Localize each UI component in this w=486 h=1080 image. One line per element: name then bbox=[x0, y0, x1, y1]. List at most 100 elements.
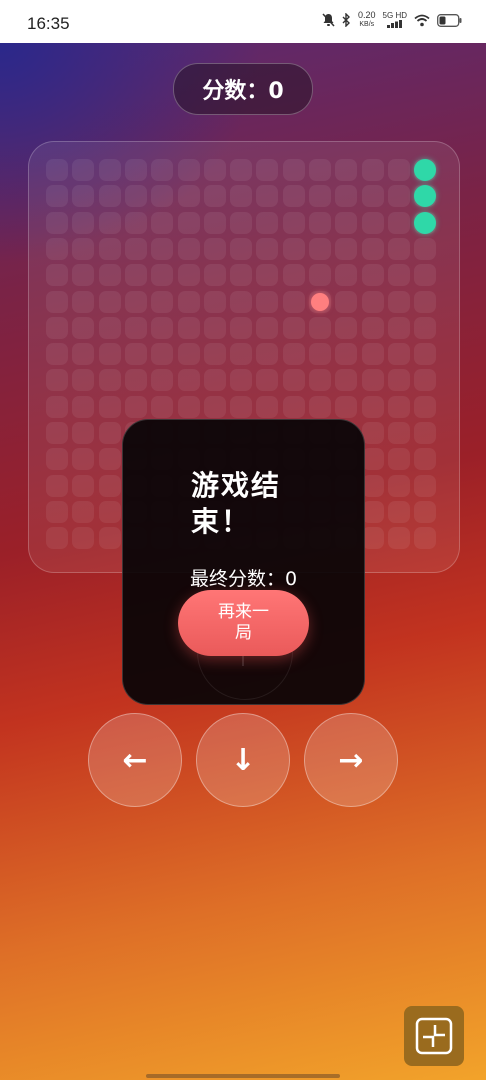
grid-cell bbox=[256, 211, 279, 234]
network-type: 5G HD bbox=[383, 12, 407, 28]
grid-cell bbox=[335, 369, 358, 392]
grid-cell bbox=[414, 264, 437, 287]
grid-cell bbox=[151, 185, 174, 208]
food-item bbox=[311, 292, 329, 311]
grid-cell bbox=[361, 237, 384, 260]
grid-cell bbox=[230, 290, 253, 313]
grid-cell bbox=[256, 159, 279, 181]
grid-cell bbox=[387, 422, 410, 444]
grid-cell bbox=[414, 395, 437, 418]
net-speed: 0.20 KB/s bbox=[358, 11, 376, 29]
grid-cell bbox=[46, 448, 68, 471]
grid-cell bbox=[72, 395, 95, 418]
grid-cell bbox=[203, 343, 226, 366]
grid-cell bbox=[387, 448, 410, 471]
grid-cell bbox=[177, 290, 200, 313]
grid-cell bbox=[414, 290, 437, 313]
grid-cell bbox=[230, 369, 253, 392]
grid-cell bbox=[309, 395, 331, 418]
grid-cell bbox=[387, 237, 410, 260]
grid-cell bbox=[230, 264, 253, 287]
left-button[interactable]: ← bbox=[88, 713, 182, 807]
grid-cell bbox=[98, 448, 121, 471]
grid-cell bbox=[361, 185, 384, 208]
replay-label: 再来一局 bbox=[218, 602, 269, 643]
grid-cell bbox=[387, 264, 410, 287]
grid-cell bbox=[46, 343, 68, 366]
grid-cell bbox=[256, 369, 279, 392]
grid-cell bbox=[256, 290, 279, 313]
grid-cell bbox=[72, 448, 95, 471]
grid-cell bbox=[151, 343, 174, 366]
grid-cell bbox=[414, 422, 437, 444]
grid-cell bbox=[230, 316, 253, 339]
grid-cell bbox=[230, 343, 253, 366]
grid-cell bbox=[72, 500, 95, 523]
status-bar: 16:35 0.20 KB/s 5G HD bbox=[0, 0, 486, 43]
net-speed-value: 0.20 bbox=[358, 10, 376, 20]
score-display: 分数：0 bbox=[173, 63, 313, 115]
grid-cell bbox=[151, 369, 174, 392]
grid-cell bbox=[414, 316, 437, 339]
grid-cell bbox=[72, 237, 95, 260]
grid-cell bbox=[151, 237, 174, 260]
grid-cell bbox=[256, 395, 279, 418]
grid-cell bbox=[151, 316, 174, 339]
grid-cell bbox=[282, 264, 305, 287]
grid-cell bbox=[46, 474, 68, 497]
grid-cell bbox=[46, 500, 68, 523]
battery-icon bbox=[437, 13, 462, 27]
grid-cell bbox=[387, 500, 410, 523]
grid-cell bbox=[46, 237, 68, 260]
game-over-title: 游戏结束！ bbox=[191, 469, 282, 538]
grid-cell bbox=[46, 185, 68, 208]
grid-cell bbox=[98, 290, 121, 313]
grid-cell bbox=[203, 185, 226, 208]
grid-cell bbox=[361, 316, 384, 339]
down-button[interactable]: ↓ bbox=[196, 713, 290, 807]
grid-cell bbox=[124, 369, 147, 392]
grid-cell bbox=[282, 395, 305, 418]
grid-cell bbox=[387, 369, 410, 392]
status-time: 16:35 bbox=[27, 14, 70, 33]
grid-cell bbox=[151, 211, 174, 234]
grid-cell bbox=[203, 369, 226, 392]
grid-cell bbox=[387, 395, 410, 418]
replay-button[interactable]: 再来一局 bbox=[178, 590, 309, 656]
grid-cell bbox=[98, 343, 121, 366]
grid-cell bbox=[46, 527, 68, 550]
grid-cell bbox=[387, 290, 410, 313]
grid-cell bbox=[414, 527, 437, 550]
grid-cell bbox=[230, 211, 253, 234]
grid-cell bbox=[335, 395, 358, 418]
grid-cell bbox=[46, 316, 68, 339]
grid-cell bbox=[151, 159, 174, 181]
grid-cell bbox=[72, 211, 95, 234]
status-icons: 0.20 KB/s 5G HD bbox=[322, 11, 462, 29]
right-button[interactable]: → bbox=[304, 713, 398, 807]
minimize-window-button[interactable] bbox=[404, 1006, 464, 1066]
grid-cell bbox=[124, 264, 147, 287]
grid-cell bbox=[414, 369, 437, 392]
net-speed-unit: KB/s bbox=[359, 21, 375, 28]
grid-cell bbox=[203, 159, 226, 181]
grid-cell bbox=[72, 527, 95, 550]
grid-cell bbox=[203, 316, 226, 339]
home-indicator[interactable] bbox=[146, 1074, 340, 1078]
grid-cell bbox=[72, 264, 95, 287]
grid-cell bbox=[98, 369, 121, 392]
grid-cell bbox=[387, 185, 410, 208]
grid-cell bbox=[256, 316, 279, 339]
grid-cell bbox=[203, 290, 226, 313]
grid-cell bbox=[256, 343, 279, 366]
grid-cell bbox=[387, 316, 410, 339]
grid-cell bbox=[98, 474, 121, 497]
grid-cell bbox=[361, 264, 384, 287]
grid-cell bbox=[177, 264, 200, 287]
grid-cell bbox=[177, 159, 200, 181]
grid-cell bbox=[309, 159, 331, 181]
grid-cell bbox=[124, 211, 147, 234]
grid-cell bbox=[124, 159, 147, 181]
grid-cell bbox=[124, 290, 147, 313]
grid-cell bbox=[282, 369, 305, 392]
